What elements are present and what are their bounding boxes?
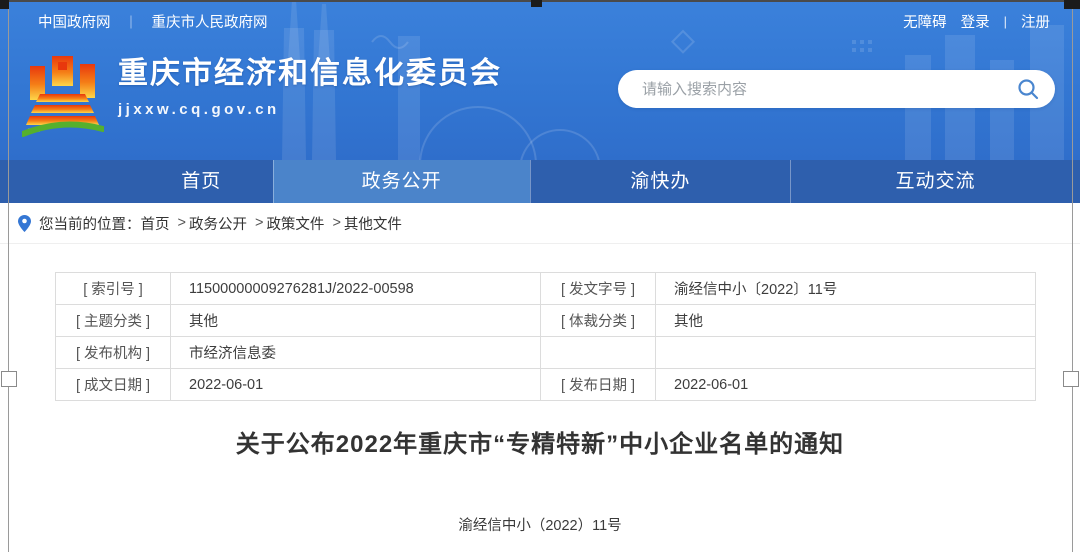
nav-tab-interaction[interactable]: 互动交流 [790,160,1080,203]
table-row: [ 发布机构 ] 市经济信息委 [56,337,1036,369]
site-title: 重庆市经济和信息化委员会 [118,56,502,92]
link-chongqing-gov[interactable]: 重庆市人民政府网 [152,11,268,32]
breadcrumb-item-home[interactable]: 首页 [141,213,170,234]
site-header: 中国政府网 ｜ 重庆市人民政府网 无障碍 登录 | 注册 [0,0,1080,160]
link-login[interactable]: 登录 [961,11,990,32]
selection-handle [1064,0,1080,9]
search-input[interactable] [640,80,1017,99]
selection-frame-left-line [8,0,9,552]
meta-label-genre-class: [ 体裁分类 ] [541,305,656,337]
link-accessibility[interactable]: 无障碍 [903,11,947,32]
selection-handle[interactable] [1,371,17,387]
search-box[interactable] [618,70,1055,108]
nav-tab-government-affairs[interactable]: 政务公开 [273,160,530,203]
doc-meta-table: [ 索引号 ] 11500000009276281J/2022-00598 [ … [55,272,1036,401]
meta-value-doc-symbol: 渝经信中小〔2022〕11号 [656,273,1036,305]
page-title: 关于公布2022年重庆市“专精特新”中小企业名单的通知 [0,424,1080,459]
meta-label-doc-symbol: [ 发文字号 ] [541,273,656,305]
meta-value-genre-class: 其他 [656,305,1036,337]
selection-handle [0,0,9,9]
nav-tab-home[interactable]: 首页 [130,160,273,203]
meta-value-empty [656,337,1036,369]
selection-handle [531,0,542,7]
table-row: [ 成文日期 ] 2022-06-01 [ 发布日期 ] 2022-06-01 [56,369,1036,401]
table-row: [ 索引号 ] 11500000009276281J/2022-00598 [ … [56,273,1036,305]
breadcrumb: 您当前的位置： 首页 > 政务公开 > 政策文件 > 其他文件 [0,203,1080,244]
location-pin-icon [18,215,31,232]
selection-frame-right-line [1072,0,1073,552]
table-row: [ 主题分类 ] 其他 [ 体裁分类 ] 其他 [56,305,1036,337]
meta-label-publisher: [ 发布机构 ] [56,337,171,369]
meta-label-index-no: [ 索引号 ] [56,273,171,305]
meta-value-written-date: 2022-06-01 [171,369,541,401]
meta-value-publish-date: 2022-06-01 [656,369,1036,401]
link-register[interactable]: 注册 [1021,11,1050,32]
breadcrumb-prefix: 您当前的位置： [39,213,141,234]
link-china-gov[interactable]: 中国政府网 [38,11,111,32]
meta-value-publisher: 市经济信息委 [171,337,541,369]
meta-label-topic-class: [ 主题分类 ] [56,305,171,337]
breadcrumb-separator: > [178,215,186,231]
meta-value-index-no: 11500000009276281J/2022-00598 [171,273,541,305]
meta-label-empty [541,337,656,369]
meta-value-topic-class: 其他 [171,305,541,337]
selection-handle[interactable] [1063,371,1079,387]
doc-number: 渝经信中小（2022）11号 [0,514,1080,535]
search-icon[interactable] [1017,78,1039,100]
breadcrumb-separator: > [332,215,340,231]
breadcrumb-separator: > [255,215,263,231]
meta-label-publish-date: [ 发布日期 ] [541,369,656,401]
topbar-separator: | [1004,14,1007,29]
site-domain: jjxxw.cq.gov.cn [118,101,502,118]
breadcrumb-item-policy-files[interactable]: 政策文件 [266,213,324,234]
main-nav: 首页 政务公开 渝快办 互动交流 [0,160,1080,203]
topbar-separator: ｜ [125,12,138,31]
agency-emblem-icon [22,54,104,140]
breadcrumb-item-other-files[interactable]: 其他文件 [344,213,402,234]
site-logo[interactable]: 重庆市经济和信息化委员会 jjxxw.cq.gov.cn [22,54,502,140]
breadcrumb-item-zwgk[interactable]: 政务公开 [189,213,247,234]
meta-label-written-date: [ 成文日期 ] [56,369,171,401]
nav-tab-yukuaiban[interactable]: 渝快办 [530,160,790,203]
